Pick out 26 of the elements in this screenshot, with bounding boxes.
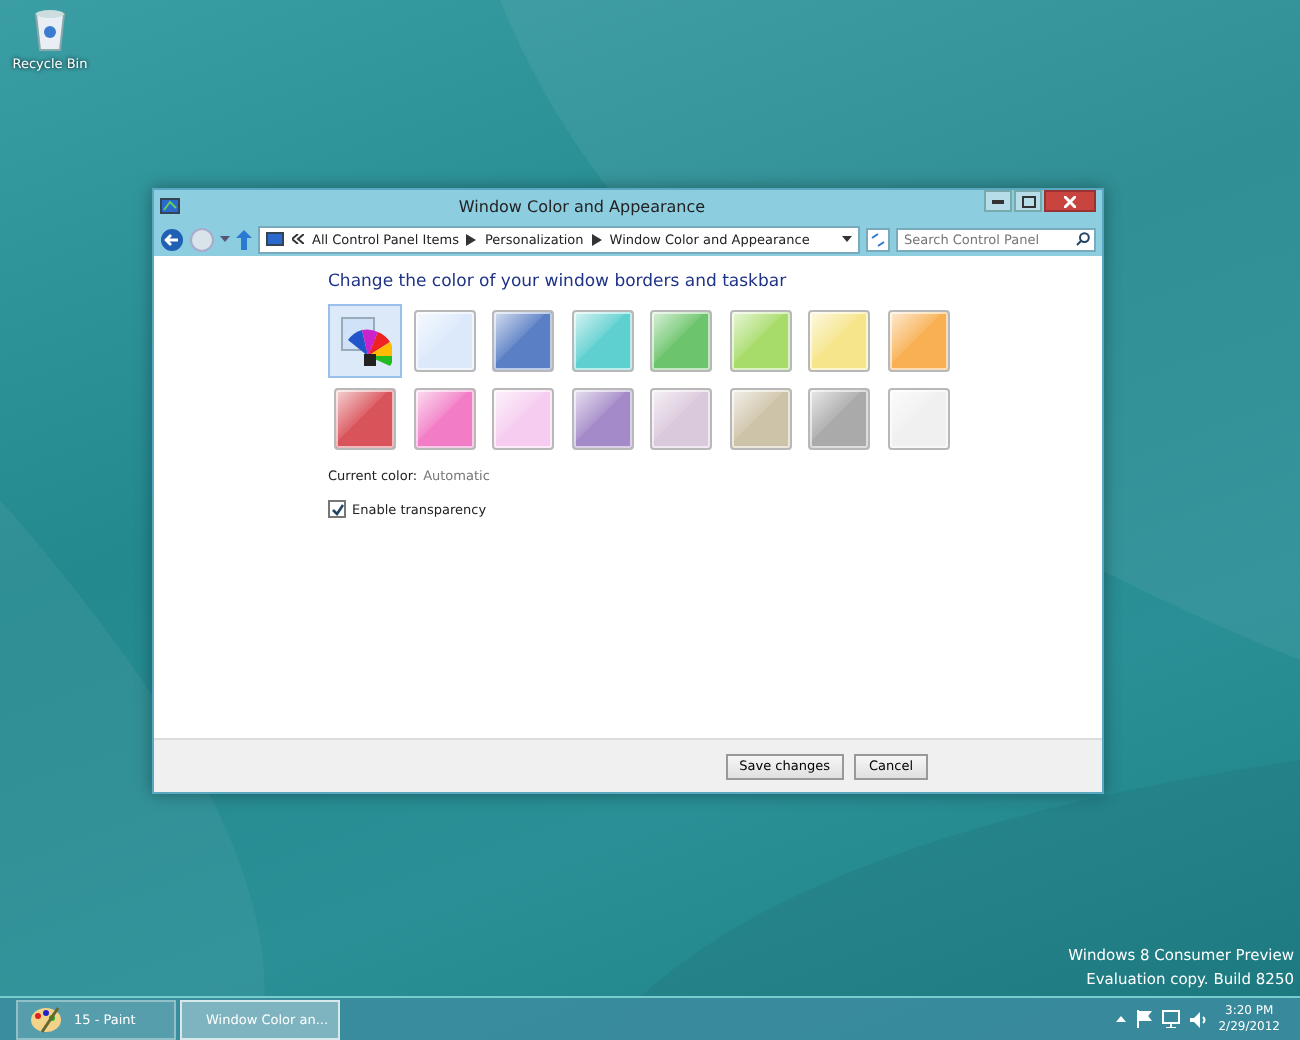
monitor-icon (266, 231, 284, 247)
double-chevron-left-icon (292, 234, 304, 244)
close-button[interactable] (1044, 190, 1096, 212)
window-title: Window Color and Appearance (456, 197, 708, 215)
refresh-icon[interactable] (866, 227, 890, 251)
recycle-bin-icon[interactable] (32, 8, 68, 52)
color-swatch[interactable] (328, 304, 402, 378)
back-arrow-icon[interactable] (160, 227, 184, 251)
chevron-right-icon (466, 233, 477, 245)
section-heading: Change the color of your window borders and taskbar (328, 272, 789, 292)
minimize-icon (992, 199, 1004, 203)
up-arrow-icon[interactable] (236, 229, 252, 249)
checkbox[interactable] (328, 500, 346, 518)
palette-icon (30, 1005, 62, 1033)
maximize-button[interactable] (1014, 190, 1042, 212)
dropdown-caret-icon[interactable] (842, 236, 852, 242)
minimize-button[interactable] (984, 190, 1012, 212)
close-icon (1064, 195, 1076, 207)
maximize-icon (1021, 195, 1035, 207)
chevron-up-icon[interactable] (1116, 1016, 1127, 1022)
network-icon[interactable] (1162, 1010, 1181, 1028)
search-icon (1076, 232, 1090, 246)
flag-icon[interactable] (1136, 1010, 1153, 1028)
chevron-right-icon (591, 233, 602, 245)
monitor-icon (160, 197, 180, 215)
speaker-icon[interactable] (1190, 1011, 1209, 1027)
